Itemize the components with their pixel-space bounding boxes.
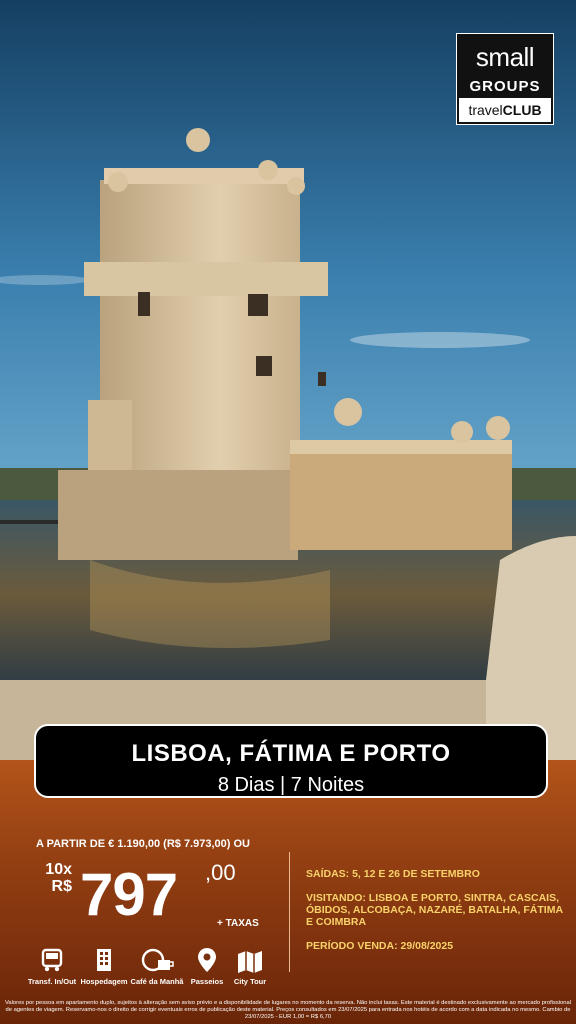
price-amount: 797 [80, 861, 178, 928]
package-title: LISBOA, FÁTIMA E PORTO [131, 740, 451, 767]
title-card: LISBOA, FÁTIMA E PORTO 8 Dias | 7 Noites [34, 724, 548, 798]
brand-band-light: travel [468, 102, 503, 118]
include-hotel: Hospedagem [74, 946, 134, 986]
brand-line1: small [475, 42, 535, 72]
price-cents: ,00 [205, 860, 236, 885]
map-icon [238, 951, 262, 973]
brand-band: travelCLUB [459, 98, 551, 122]
include-label: City Tour [233, 977, 267, 986]
hotel-icon [97, 949, 111, 971]
price-installments: 10x R$ [40, 861, 72, 895]
includes-icons: Transf. In/Out Hospedagem Café da Manhã … [22, 946, 280, 990]
price-taxes: + TAXAS [217, 918, 259, 929]
installments-count: 10x [45, 861, 72, 878]
brand-logo: small GROUPS travelCLUB [456, 33, 554, 125]
departures-text: SAÍDAS: 5, 12 E 26 DE SETEMBRO [306, 868, 480, 880]
include-label: Hospedagem [80, 977, 128, 986]
breakfast-icon [141, 948, 174, 972]
disclaimer: Valores por pessoa em apartamento duplo,… [4, 1000, 572, 1020]
bus-icon [41, 948, 63, 972]
price-currency: R$ [51, 878, 72, 895]
divider [289, 852, 290, 972]
package-duration: 8 Dias | 7 Noites [217, 774, 365, 796]
sale-period-text: PERÍODO VENDA: 29/08/2025 [306, 940, 454, 952]
brand-band-bold: CLUB [502, 102, 542, 118]
include-city-tour: City Tour [220, 946, 280, 986]
brand-line2: GROUPS [469, 78, 541, 95]
price-from: A PARTIR DE € 1.190,00 (R$ 7.973,00) OU [36, 838, 250, 850]
include-transfer: Transf. In/Out [22, 946, 82, 986]
visiting-text: VISITANDO: LISBOA E PORTO, SINTRA, CASCA… [306, 892, 563, 928]
include-label: Transf. In/Out [27, 977, 77, 986]
location-pin-icon [198, 948, 216, 972]
